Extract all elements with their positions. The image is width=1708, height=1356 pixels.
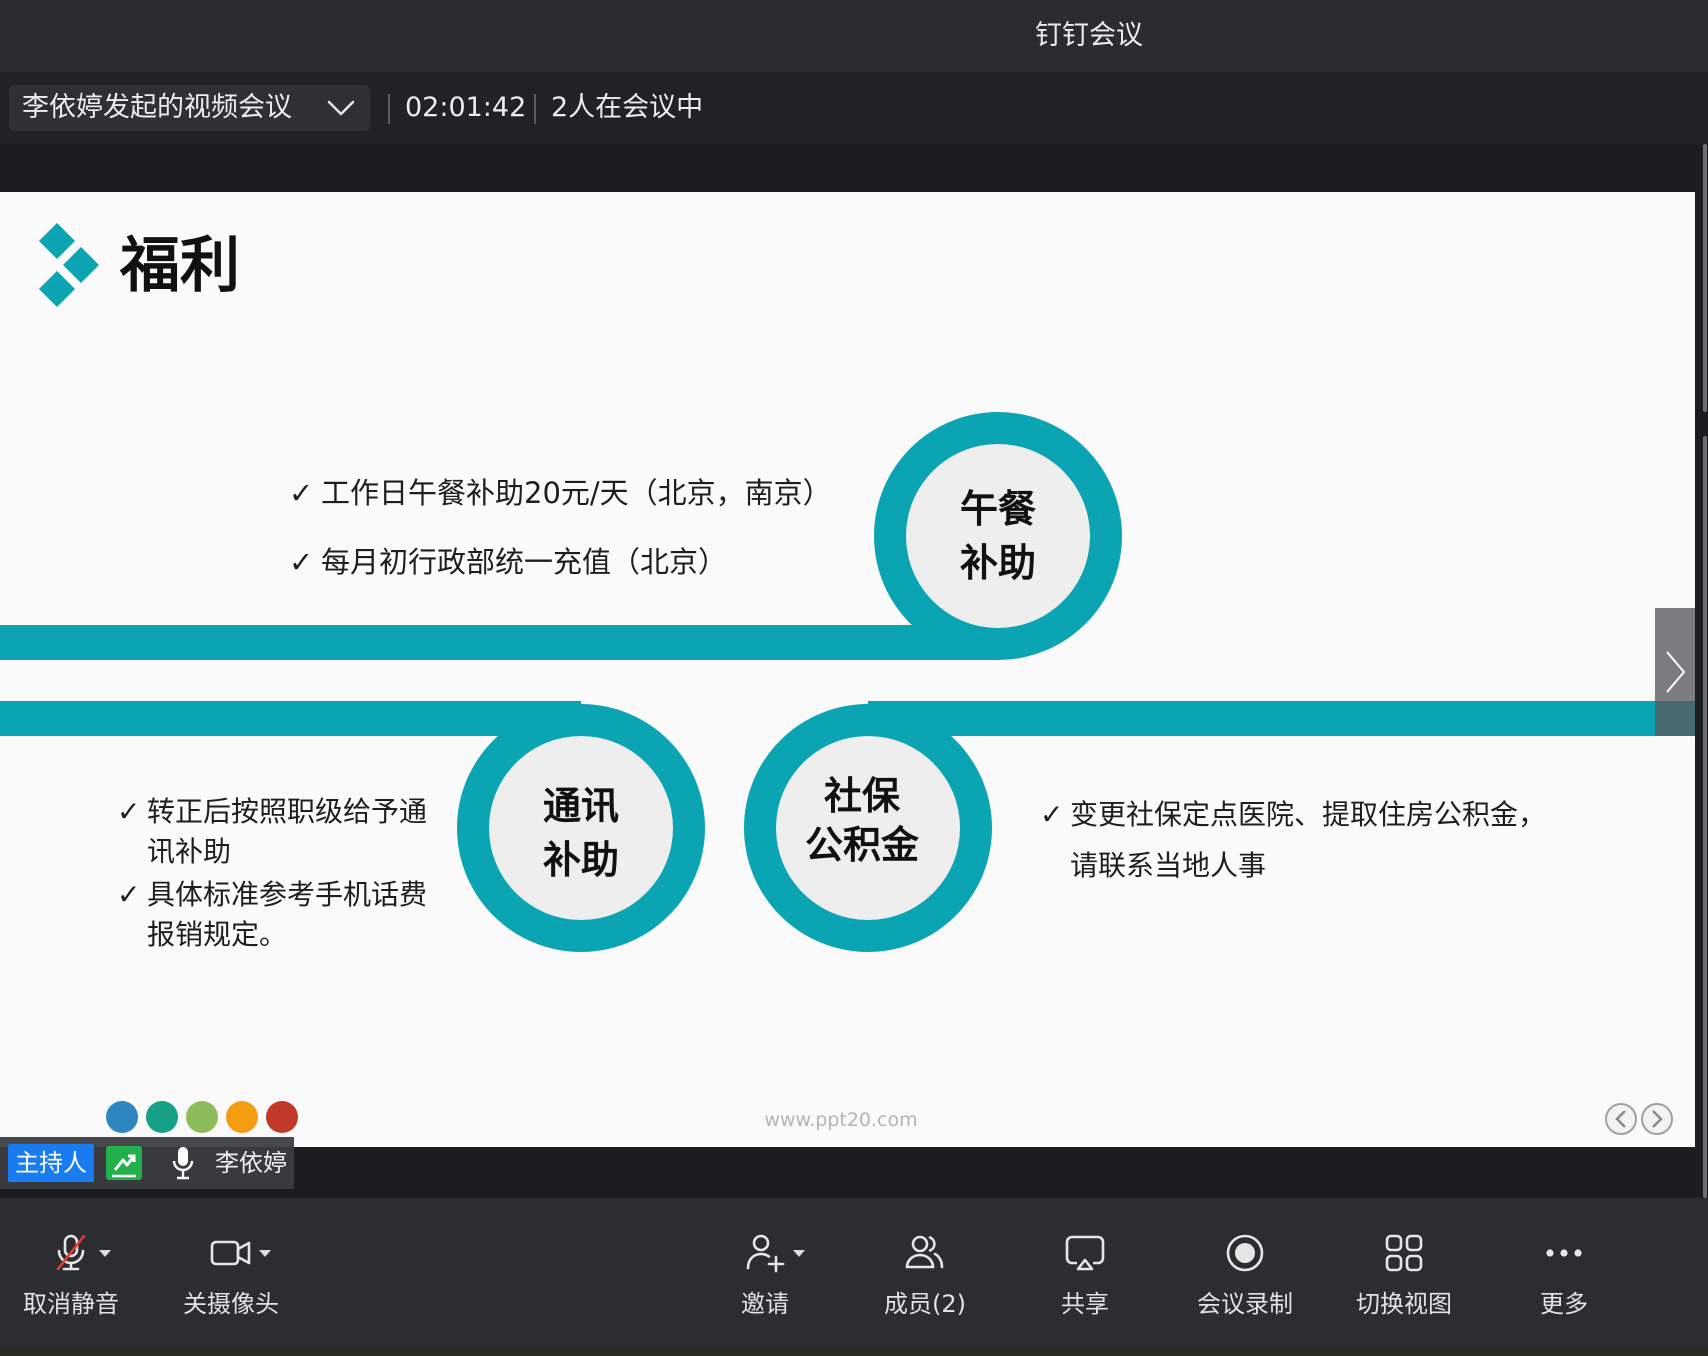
screen-share-icon bbox=[1065, 1235, 1105, 1271]
color-dot bbox=[226, 1101, 258, 1133]
camera-off-button[interactable]: 关摄像头 bbox=[156, 1198, 306, 1347]
social-security-bullets: ✓ 变更社保定点医院、提取住房公积金，请联系当地人事 bbox=[1040, 789, 1554, 891]
check-icon: ✓ bbox=[117, 795, 141, 828]
toolbar-label: 取消静音 bbox=[23, 1290, 119, 1318]
grid-view-icon bbox=[1385, 1234, 1423, 1272]
stage-background bbox=[0, 144, 1708, 192]
bullet-text: 变更社保定点医院、提取住房公积金，请联系当地人事 bbox=[1070, 798, 1547, 882]
bullet-text: 转正后按照职级给予通讯补助 bbox=[147, 795, 428, 868]
toolbar-label: 共享 bbox=[1061, 1290, 1109, 1318]
toolbar-label: 成员(2) bbox=[884, 1290, 966, 1318]
timeline-band-upper bbox=[0, 625, 998, 660]
meeting-toolbar: 取消静音 关摄像头 邀请 成员(2) 共享 会议录制 切换视图 更多 bbox=[0, 1198, 1708, 1347]
bullet-item: ✓ 变更社保定点医院、提取住房公积金，请联系当地人事 bbox=[1040, 789, 1554, 891]
lunch-circle-label: 午餐 补助 bbox=[898, 482, 1098, 590]
social-security-circle-label: 社保 公积金 bbox=[762, 772, 962, 870]
host-badge: 主持人 bbox=[8, 1144, 94, 1182]
communication-circle-label: 通讯 补助 bbox=[481, 779, 681, 887]
meeting-name-dropdown[interactable]: 李依婷发起的视频会议 bbox=[9, 85, 370, 131]
toolbar-label: 邀请 bbox=[741, 1290, 789, 1318]
bullet-item: ✓ 每月初行政部统一充值（北京） bbox=[289, 542, 832, 582]
shared-slide: 福利 午餐 补助 通讯 补助 社保 公积金 ✓ 工作日午餐补助20元/天（北京，… bbox=[0, 192, 1695, 1147]
caret-down-icon[interactable] bbox=[259, 1250, 271, 1258]
more-dots-icon bbox=[1546, 1249, 1582, 1257]
divider bbox=[388, 94, 390, 124]
circle-label-line: 社保 bbox=[823, 774, 900, 818]
color-dot bbox=[146, 1101, 178, 1133]
toolbar-label: 更多 bbox=[1540, 1290, 1588, 1318]
toolbar-label: 关摄像头 bbox=[183, 1290, 279, 1318]
add-user-icon bbox=[746, 1234, 785, 1273]
bullet-item: ✓ 转正后按照职级给予通讯补助 bbox=[117, 792, 435, 872]
microphone-icon bbox=[172, 1147, 194, 1180]
color-dot bbox=[186, 1101, 218, 1133]
members-icon bbox=[905, 1235, 944, 1269]
divider bbox=[534, 94, 536, 124]
communication-bullets: ✓ 转正后按照职级给予通讯补助 ✓ 具体标准参考手机话费报销规定。 bbox=[117, 792, 435, 955]
slide-title: 福利 bbox=[120, 231, 240, 301]
chevron-left-circle-icon bbox=[1605, 1103, 1637, 1135]
bullet-item: ✓ 工作日午餐补助20元/天（北京，南京） bbox=[289, 473, 832, 513]
speaker-name: 李依婷 bbox=[215, 1149, 287, 1177]
scrollbar-thumb[interactable] bbox=[1703, 144, 1707, 412]
circle-label-line: 通讯 bbox=[542, 784, 619, 828]
toolbar-label: 切换视图 bbox=[1356, 1290, 1452, 1318]
logo-diamond bbox=[39, 271, 75, 307]
bullet-text: 工作日午餐补助20元/天（北京，南京） bbox=[321, 476, 832, 510]
microphone-muted-icon bbox=[56, 1234, 86, 1271]
logo-diamond bbox=[63, 247, 99, 283]
scrollbar-thumb[interactable] bbox=[1703, 436, 1707, 1198]
video-camera-icon bbox=[210, 1240, 251, 1266]
timeline-band-lower-left bbox=[0, 701, 581, 736]
title-bar: 钉钉会议 bbox=[0, 0, 1708, 72]
participant-count: 2人在会议中 bbox=[551, 92, 704, 123]
circle-label-line: 公积金 bbox=[804, 823, 919, 867]
window-title: 钉钉会议 bbox=[1035, 20, 1143, 51]
color-dot bbox=[266, 1101, 298, 1133]
diamond-logo-icon bbox=[39, 223, 99, 307]
share-button[interactable]: 共享 bbox=[1010, 1198, 1160, 1347]
record-icon bbox=[1226, 1234, 1264, 1272]
more-button[interactable]: 更多 bbox=[1489, 1198, 1639, 1347]
lunch-bullets: ✓ 工作日午餐补助20元/天（北京，南京） ✓ 每月初行政部统一充值（北京） bbox=[289, 473, 832, 582]
unmute-button[interactable]: 取消静音 bbox=[0, 1198, 146, 1347]
window-bottom-edge bbox=[0, 1347, 1708, 1356]
invite-button[interactable]: 邀请 bbox=[690, 1198, 840, 1347]
logo-diamond bbox=[39, 223, 75, 259]
switch-view-button[interactable]: 切换视图 bbox=[1329, 1198, 1479, 1347]
slide-watermark: www.ppt20.com bbox=[764, 1109, 918, 1131]
meeting-name: 李依婷发起的视频会议 bbox=[22, 92, 292, 123]
scrollbar[interactable] bbox=[1695, 144, 1708, 1198]
bullet-text: 每月初行政部统一充值（北京） bbox=[321, 545, 728, 579]
members-button[interactable]: 成员(2) bbox=[850, 1198, 1000, 1347]
speaker-tag: 主持人 李依婷 bbox=[0, 1137, 294, 1189]
caret-down-icon[interactable] bbox=[793, 1250, 805, 1258]
check-icon: ✓ bbox=[289, 545, 314, 579]
toolbar-label: 会议录制 bbox=[1197, 1290, 1293, 1318]
meeting-info-bar: 李依婷发起的视频会议 02:01:42 2人在会议中 bbox=[0, 72, 1708, 144]
check-icon: ✓ bbox=[289, 476, 314, 510]
bullet-item: ✓ 具体标准参考手机话费报销规定。 bbox=[117, 875, 435, 955]
chevron-down-icon bbox=[327, 100, 355, 116]
check-icon: ✓ bbox=[1040, 798, 1064, 831]
meeting-duration: 02:01:42 bbox=[405, 92, 527, 123]
screen-share-status-icon bbox=[106, 1146, 142, 1180]
circle-label-line: 补助 bbox=[542, 838, 619, 882]
bullet-text: 具体标准参考手机话费报销规定。 bbox=[147, 878, 428, 951]
check-icon: ✓ bbox=[117, 878, 141, 911]
chevron-right-circle-icon bbox=[1641, 1103, 1673, 1135]
next-page-button[interactable] bbox=[1655, 608, 1695, 736]
color-dot bbox=[106, 1101, 138, 1133]
timeline-band-lower-right bbox=[868, 701, 1695, 736]
circle-label-line: 补助 bbox=[959, 541, 1036, 585]
color-dots bbox=[106, 1101, 298, 1133]
record-button[interactable]: 会议录制 bbox=[1170, 1198, 1320, 1347]
caret-down-icon[interactable] bbox=[99, 1250, 111, 1258]
circle-label-line: 午餐 bbox=[959, 487, 1036, 531]
slide-graphics bbox=[0, 223, 1695, 1135]
